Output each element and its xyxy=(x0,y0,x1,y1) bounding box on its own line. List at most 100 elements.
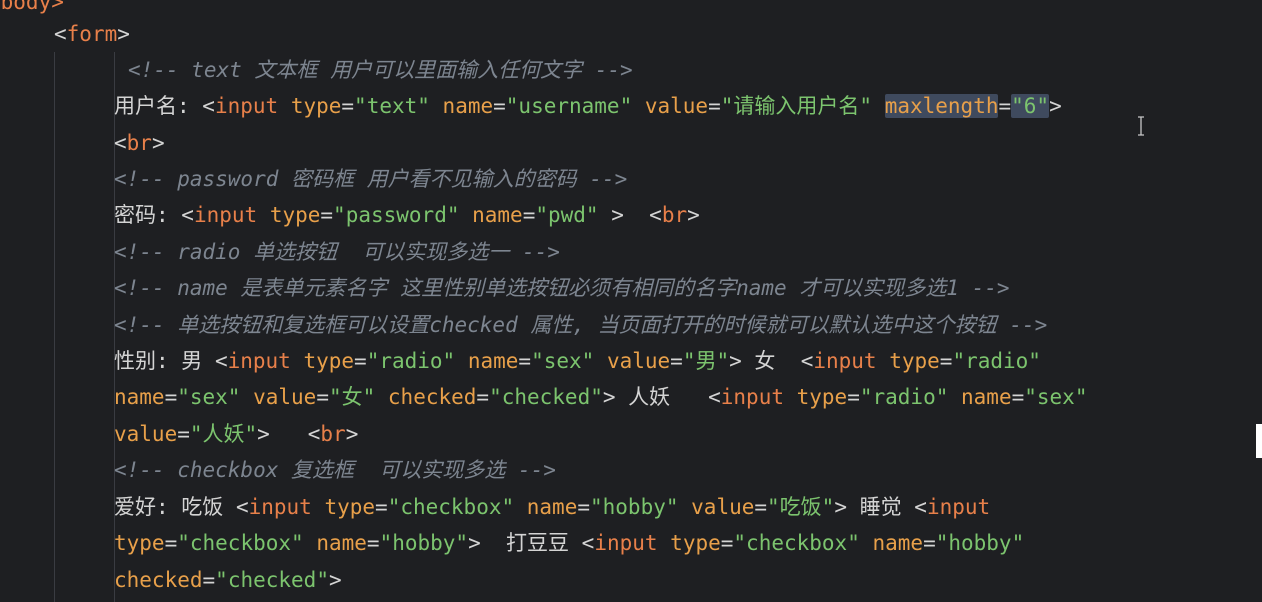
code-line[interactable]: <!-- checkbox 复选框 可以实现多选 --> xyxy=(114,452,556,488)
code-token: <!-- 单选按钮和复选框可以设置checked 属性, 当页面打开的时候就可以… xyxy=(114,313,1048,337)
code-token: input xyxy=(193,203,258,227)
code-token: = xyxy=(476,385,490,409)
code-token: > xyxy=(328,568,342,592)
code-line[interactable]: <!-- radio 单选按钮 可以实现多选一 --> xyxy=(114,234,560,270)
code-line[interactable]: <!-- text 文本框 用户可以里面输入任何文字 --> xyxy=(128,52,633,88)
code-token: > xyxy=(117,22,130,46)
code-token: name xyxy=(114,385,165,409)
scroll-marker xyxy=(1256,424,1262,458)
code-token: name xyxy=(459,203,523,227)
code-token: name xyxy=(303,531,367,555)
code-token: "男" xyxy=(682,349,730,373)
code-token: > xyxy=(729,349,742,373)
code-token: "女" xyxy=(328,385,376,409)
code-token: "吃饭" xyxy=(767,495,835,519)
code-token: "6" xyxy=(1011,94,1050,118)
code-token: "checked" xyxy=(215,568,329,592)
code-token: value xyxy=(114,422,178,446)
code-token: value xyxy=(240,385,317,409)
code-token: = xyxy=(375,495,388,519)
code-token: "radio" xyxy=(859,385,949,409)
code-token: = xyxy=(939,349,953,373)
code-token: = xyxy=(354,349,367,373)
code-token: form xyxy=(66,22,118,46)
code-line[interactable]: 密码: <input type="password" name="pwd" > … xyxy=(114,197,700,233)
code-token: "hobby" xyxy=(935,531,1025,555)
code-editor[interactable]: <body><form><!-- text 文本框 用户可以里面输入任何文字 -… xyxy=(0,0,1262,602)
code-token: 爱好: 吃饭 xyxy=(114,495,236,519)
code-token: = xyxy=(998,94,1012,118)
code-line[interactable]: <form> xyxy=(54,16,130,52)
code-token: type xyxy=(278,94,342,118)
code-token: "hobby" xyxy=(379,531,469,555)
code-token: < xyxy=(708,385,721,409)
code-token: = xyxy=(670,349,683,373)
code-line[interactable]: type="checkbox" name="hobby"> 打豆豆 <input… xyxy=(114,525,1024,561)
code-token: = xyxy=(341,94,355,118)
code-line[interactable]: <!-- 单选按钮和复选框可以设置checked 属性, 当页面打开的时候就可以… xyxy=(114,307,1047,343)
code-token: "checkbox" xyxy=(177,531,304,555)
code-token: 人妖 xyxy=(615,385,709,409)
text-cursor-icon xyxy=(1138,116,1144,136)
code-token: input xyxy=(813,349,877,373)
code-token: <!-- password 密码框 用户看不见输入的密码 --> xyxy=(114,167,628,191)
code-token: "radio" xyxy=(366,349,456,373)
code-token: <!-- checkbox 复选框 可以实现多选 --> xyxy=(114,458,556,482)
code-line[interactable]: <!-- password 密码框 用户看不见输入的密码 --> xyxy=(114,161,627,197)
code-token: name xyxy=(455,349,519,373)
code-token: type xyxy=(876,349,940,373)
indent-guide xyxy=(54,52,55,602)
code-token: br xyxy=(320,422,346,446)
code-line[interactable]: 爱好: 吃饭 <input type="checkbox" name="hobb… xyxy=(114,489,990,525)
code-token: > xyxy=(687,203,700,227)
code-line[interactable]: name="sex" value="女" checked="checked"> … xyxy=(114,379,1087,415)
code-token: name xyxy=(859,531,924,555)
code-token: value xyxy=(594,349,671,373)
code-token: input xyxy=(720,385,784,409)
code-token: type xyxy=(290,349,355,373)
code-token: < xyxy=(914,495,927,519)
code-line[interactable]: checked="checked"> xyxy=(114,562,342,598)
code-token: "checked" xyxy=(489,385,603,409)
code-line[interactable]: 性别: 男 <input type="radio" name="sex" val… xyxy=(114,343,1041,379)
code-token: 密码: xyxy=(114,203,182,227)
code-token: = xyxy=(316,385,329,409)
code-token: < xyxy=(181,203,194,227)
code-line[interactable]: <br> xyxy=(114,125,165,161)
code-token: "radio" xyxy=(952,349,1041,373)
code-token: > xyxy=(1049,94,1062,118)
code-token: "sex" xyxy=(1024,385,1088,409)
code-token: < xyxy=(307,422,321,446)
code-token: value xyxy=(678,495,755,519)
code-token: <!-- text 文本框 用户可以里面输入任何文字 --> xyxy=(128,58,633,82)
code-token: = xyxy=(577,495,590,519)
code-line[interactable]: value="人妖"> <br> xyxy=(114,416,358,452)
code-token: checked xyxy=(375,385,477,409)
code-token: < xyxy=(581,531,595,555)
code-line[interactable]: <!-- name 是表单元素名字 这里性别单选按钮必须有相同的名字name 才… xyxy=(114,270,1010,306)
code-token: = xyxy=(320,203,334,227)
code-token: = xyxy=(1011,385,1025,409)
code-token: 女 xyxy=(741,349,801,373)
code-token: maxlength xyxy=(884,94,999,118)
code-token: "hobby" xyxy=(590,495,679,519)
code-token: < xyxy=(114,131,127,155)
code-token: > xyxy=(834,495,847,519)
code-token: 打豆豆 xyxy=(480,531,582,555)
code-line[interactable]: 用户名: <input type="text" name="username" … xyxy=(114,88,1062,124)
code-token: 用户名: xyxy=(114,94,203,118)
code-token: < xyxy=(202,94,215,118)
code-token: 性别: 男 xyxy=(114,349,215,373)
code-token: 睡觉 xyxy=(846,495,915,519)
code-token: type xyxy=(783,385,848,409)
code-token: name xyxy=(429,94,494,118)
code-token: "checkbox" xyxy=(387,495,515,519)
code-token: <body> xyxy=(0,0,64,14)
code-token: < xyxy=(235,495,249,519)
code-token: = xyxy=(202,568,216,592)
code-token: name xyxy=(948,385,1012,409)
code-token: type xyxy=(114,531,165,555)
code-token: input xyxy=(214,94,279,118)
code-token: < xyxy=(800,349,814,373)
